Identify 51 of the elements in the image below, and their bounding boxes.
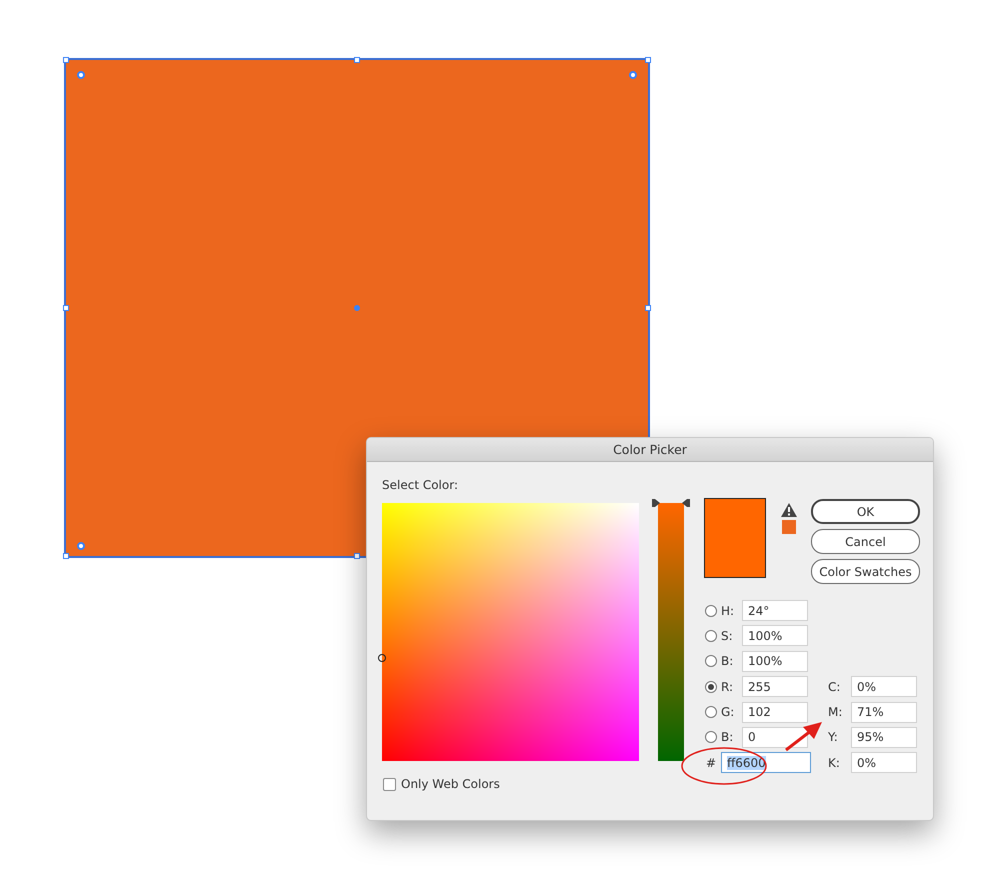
dialog-button[interactable]: OK bbox=[811, 499, 920, 524]
field-label: C: bbox=[828, 680, 842, 694]
input-field[interactable]: 71% bbox=[851, 702, 917, 723]
input-field[interactable]: 0% bbox=[851, 752, 917, 774]
input-field[interactable]: 100% bbox=[742, 650, 808, 672]
center-point bbox=[354, 305, 360, 311]
gamut-swatch[interactable] bbox=[782, 520, 796, 534]
field-label: S: bbox=[721, 628, 734, 643]
corner-widget[interactable] bbox=[77, 71, 85, 79]
input-field[interactable]: 255 bbox=[742, 676, 808, 698]
field-label: M: bbox=[828, 705, 844, 720]
hex-input-field[interactable]: ff6600 bbox=[721, 752, 811, 774]
field-label: # bbox=[706, 756, 716, 770]
selection-handle[interactable] bbox=[354, 553, 360, 559]
selection-handle[interactable] bbox=[354, 57, 360, 63]
annotation-arrow bbox=[785, 722, 822, 752]
slider-handle[interactable] bbox=[652, 499, 690, 507]
radio-button[interactable] bbox=[705, 731, 717, 744]
field-label: G: bbox=[721, 705, 736, 720]
radio-button[interactable] bbox=[705, 680, 717, 693]
input-field[interactable]: 95% bbox=[851, 726, 917, 748]
field-label: Y: bbox=[828, 730, 839, 744]
checkbox[interactable] bbox=[383, 778, 396, 790]
input-field[interactable]: 102 bbox=[742, 702, 808, 723]
selection-handle[interactable] bbox=[63, 305, 69, 311]
radio-button[interactable] bbox=[705, 706, 717, 718]
input-field[interactable]: 100% bbox=[742, 625, 808, 646]
input-field[interactable]: 0% bbox=[851, 676, 917, 698]
corner-widget[interactable] bbox=[629, 71, 637, 79]
dialog-button[interactable]: Color Swatches bbox=[811, 559, 920, 584]
corner-widget[interactable] bbox=[77, 542, 85, 550]
field-label: R: bbox=[721, 680, 734, 694]
dialog-button[interactable]: Cancel bbox=[811, 529, 920, 554]
selection-handle[interactable] bbox=[63, 553, 69, 559]
select-color-label: Select Color: bbox=[382, 478, 459, 494]
color-marker[interactable] bbox=[378, 654, 386, 662]
selection-handle[interactable] bbox=[63, 57, 69, 63]
field-label: H: bbox=[721, 604, 736, 618]
field-label: B: bbox=[721, 730, 734, 744]
radio-button[interactable] bbox=[705, 604, 717, 616]
input-field[interactable]: 24° bbox=[742, 600, 808, 621]
radio-button[interactable] bbox=[705, 630, 717, 642]
dialog-title: Color Picker bbox=[613, 442, 687, 457]
selection-handle[interactable] bbox=[645, 57, 651, 63]
radio-button[interactable] bbox=[705, 655, 717, 668]
checkbox-label: Only Web Colors bbox=[401, 777, 500, 791]
field-label: B: bbox=[721, 654, 734, 668]
field-label: K: bbox=[828, 756, 841, 770]
selection-handle[interactable] bbox=[645, 305, 651, 311]
input-field[interactable]: 0 bbox=[742, 726, 808, 748]
warning-icon[interactable] bbox=[781, 503, 797, 517]
